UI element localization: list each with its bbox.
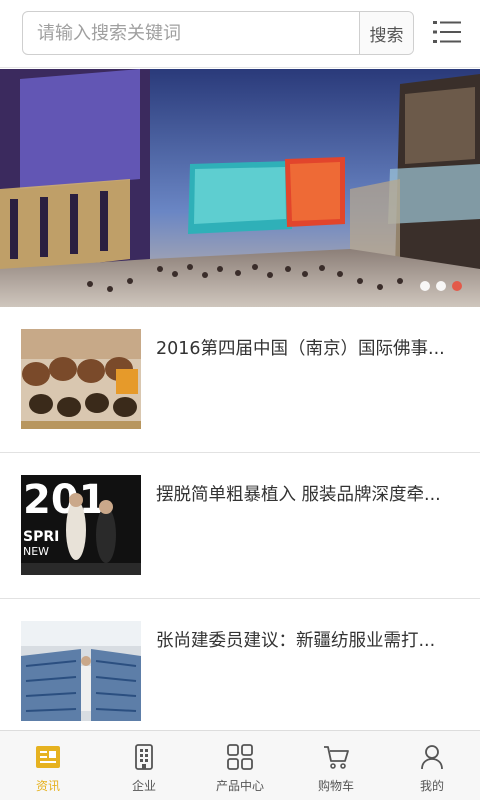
nav-item-products[interactable]: 产品中心 bbox=[192, 731, 288, 800]
svg-text:SPRI: SPRI bbox=[23, 529, 59, 545]
top-bar: 搜索 bbox=[0, 0, 480, 68]
nav-item-profile[interactable]: 我的 bbox=[384, 731, 480, 800]
carousel-dot[interactable] bbox=[420, 281, 430, 291]
search-button[interactable]: 搜索 bbox=[359, 12, 413, 54]
news-item[interactable]: 2016第四届中国（南京）国际佛事... bbox=[0, 307, 480, 453]
nav-label: 购物车 bbox=[317, 779, 354, 793]
nav-item-news[interactable]: 资讯 bbox=[0, 731, 96, 800]
nav-label: 产品中心 bbox=[215, 779, 264, 793]
nav-label: 我的 bbox=[419, 779, 444, 793]
cart-icon bbox=[324, 746, 349, 769]
nav-label: 资讯 bbox=[35, 779, 60, 793]
news-title: 摆脱简单粗暴植入 服装品牌深度牵... bbox=[156, 485, 441, 505]
search-box: 搜索 bbox=[22, 11, 414, 55]
carousel-dot[interactable] bbox=[436, 281, 446, 291]
news-thumbnail bbox=[21, 329, 141, 429]
carousel-dot-active[interactable] bbox=[452, 281, 462, 291]
nav-label: 企业 bbox=[131, 779, 156, 793]
news-thumbnail: 201 SPRI NEW bbox=[21, 475, 141, 575]
news-thumbnail bbox=[21, 621, 141, 721]
banner-image bbox=[0, 69, 480, 307]
news-title: 2016第四届中国（南京）国际佛事... bbox=[156, 339, 445, 359]
news-item[interactable]: 张尚建委员建议：新疆纺服业需打... bbox=[0, 599, 480, 745]
news-list: 2016第四届中国（南京）国际佛事... 201 SPRI NEW 摆脱简单粗暴… bbox=[0, 307, 480, 745]
news-title: 张尚建委员建议：新疆纺服业需打... bbox=[156, 631, 436, 651]
nav-item-cart[interactable]: 购物车 bbox=[288, 731, 384, 800]
list-menu-icon[interactable] bbox=[432, 17, 462, 47]
news-icon bbox=[36, 746, 60, 768]
carousel-indicator bbox=[420, 281, 462, 291]
news-item[interactable]: 201 SPRI NEW 摆脱简单粗暴植入 服装品牌深度牵... bbox=[0, 453, 480, 599]
svg-text:201: 201 bbox=[23, 477, 107, 523]
svg-text:NEW: NEW bbox=[23, 545, 49, 558]
bottom-nav: 资讯 企业 产品中心 购物车 我的 bbox=[0, 730, 480, 800]
building-icon bbox=[135, 744, 153, 770]
search-input[interactable] bbox=[23, 12, 359, 54]
grid-icon bbox=[227, 744, 253, 770]
banner-carousel[interactable] bbox=[0, 69, 480, 307]
user-icon bbox=[421, 745, 443, 770]
nav-item-company[interactable]: 企业 bbox=[96, 731, 192, 800]
